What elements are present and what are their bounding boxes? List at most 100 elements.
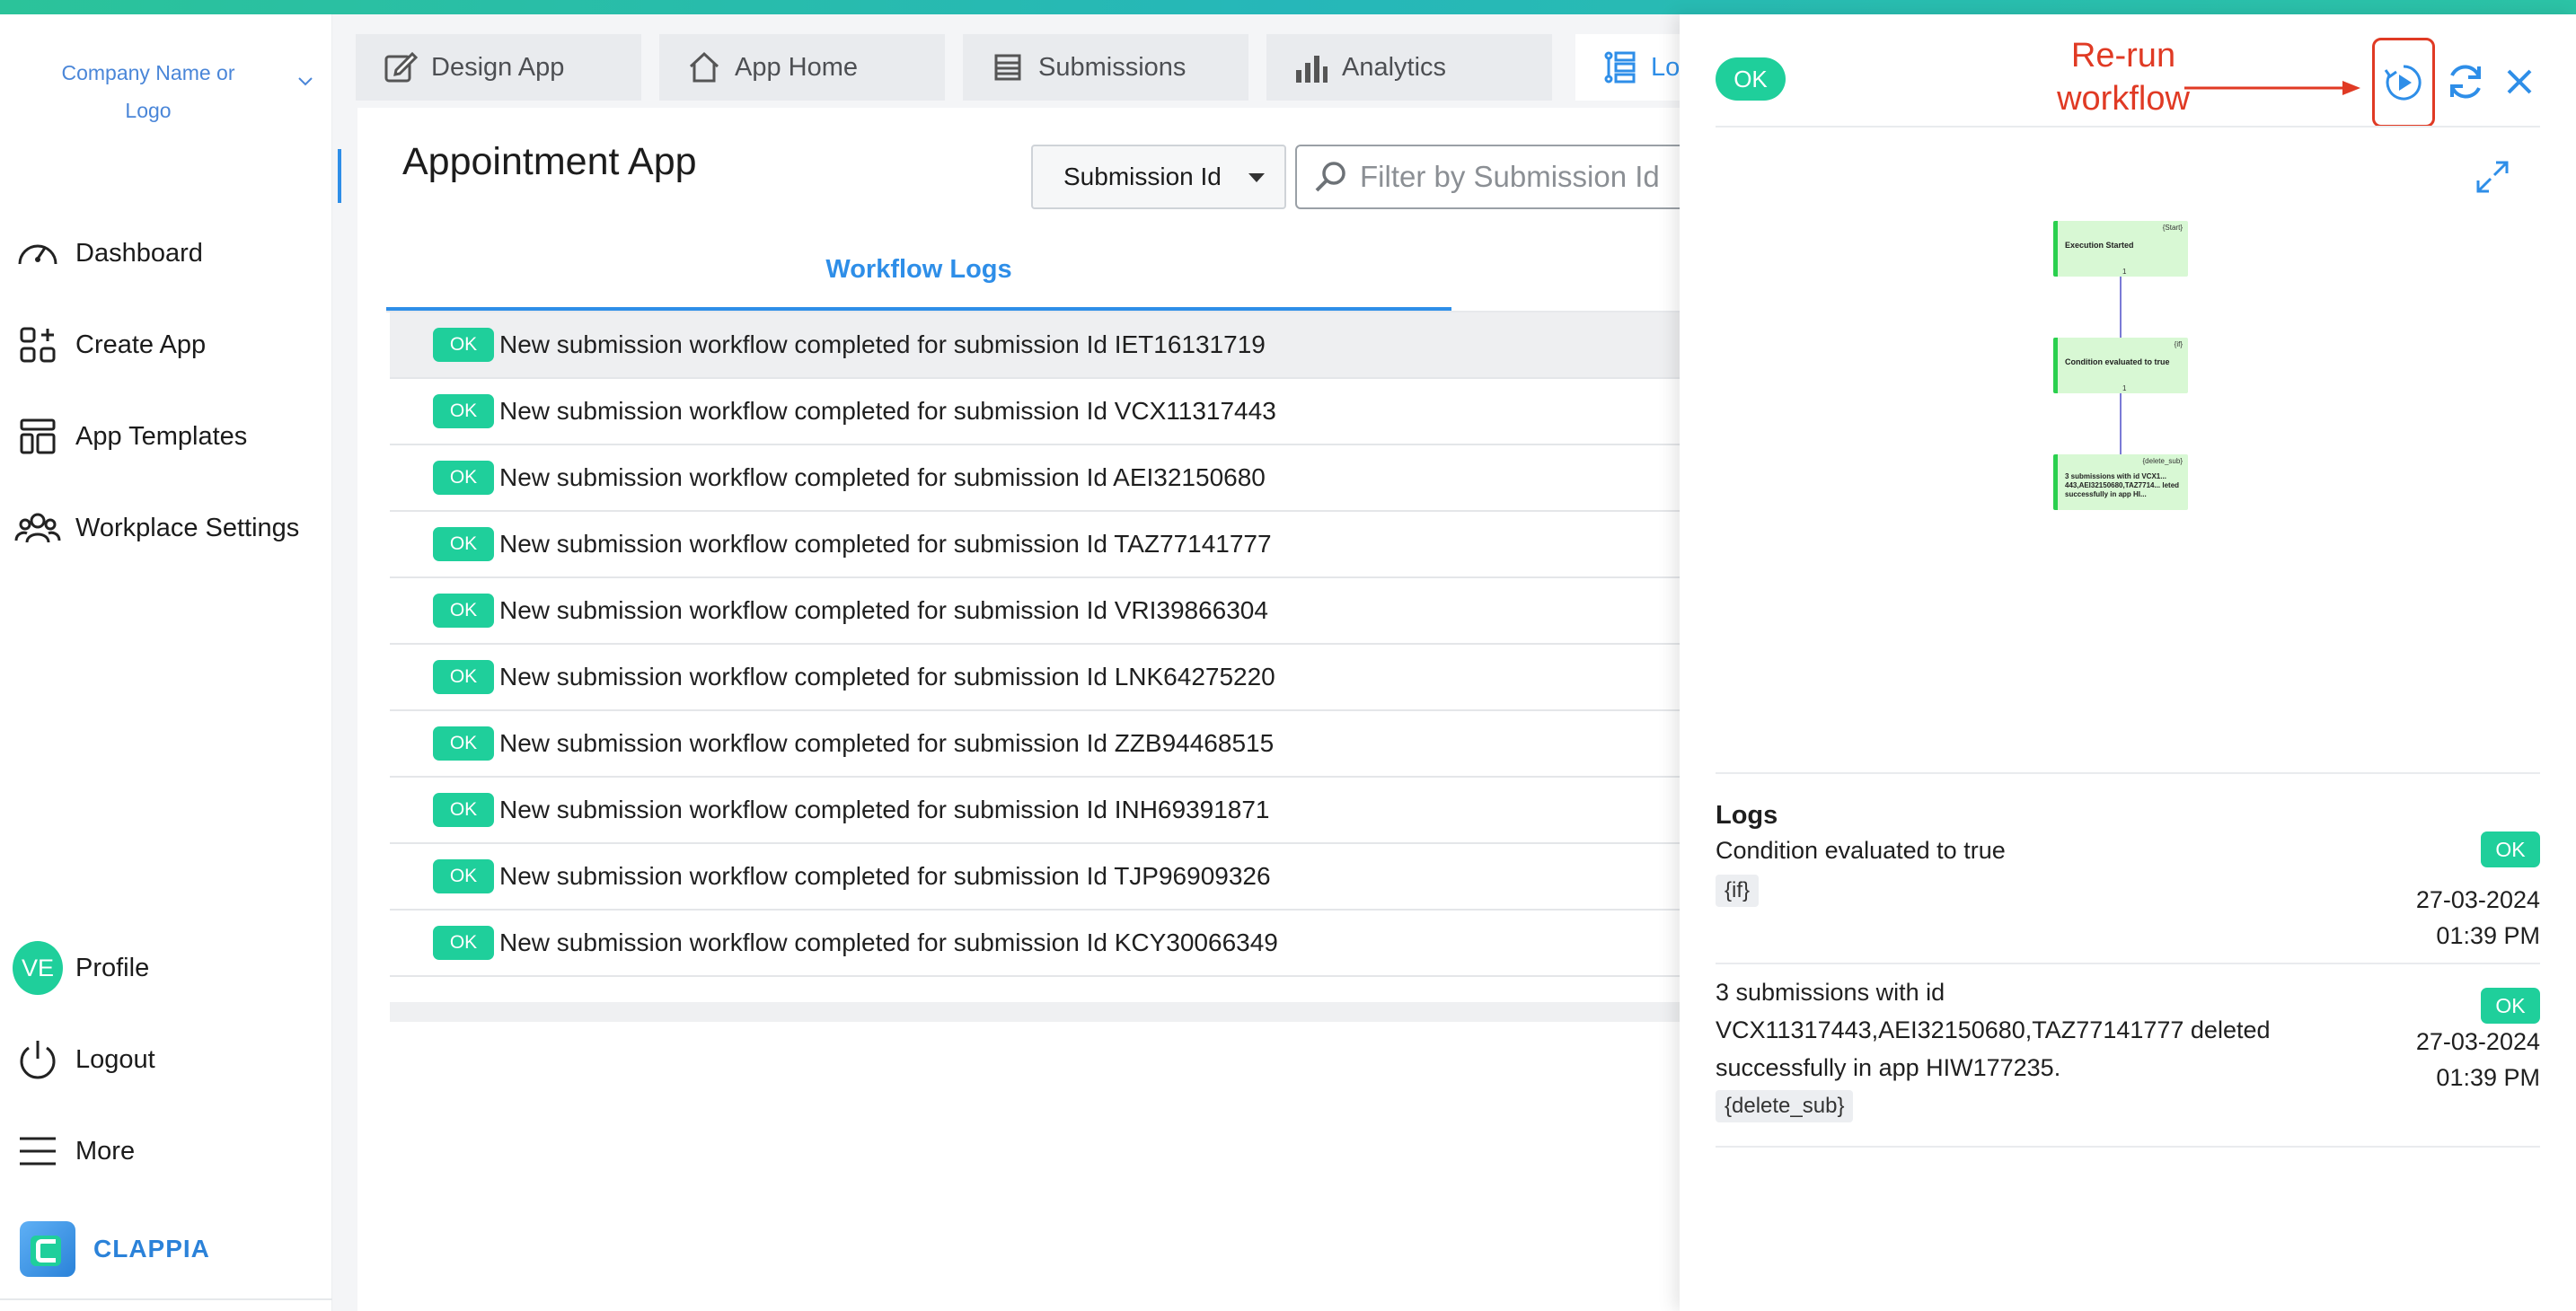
status-badge: OK (433, 527, 494, 561)
row-text: New submission workflow completed for su… (499, 928, 1278, 956)
node-label: Condition evaluated to true (2065, 357, 2170, 366)
flow-node-start[interactable]: {Start} Execution Started 1 (2053, 221, 2188, 277)
flow-connector (2120, 277, 2122, 338)
sidebar-item-more[interactable]: More (13, 1124, 135, 1178)
menu-icon (13, 1126, 63, 1176)
filter-field-select[interactable]: Submission Id (1031, 145, 1286, 209)
logs-icon (1602, 49, 1638, 85)
replay-icon (2384, 65, 2422, 101)
bar-chart-icon (1293, 49, 1329, 85)
node-tag: {if} (2174, 340, 2183, 348)
sidebar-item-dashboard[interactable]: Dashboard (13, 226, 203, 280)
log-date: 27-03-2024 (2415, 1028, 2540, 1055)
search-icon (1315, 162, 1345, 192)
status-badge: OK (2481, 988, 2540, 1024)
divider (1716, 1146, 2540, 1148)
node-count: 1 (2122, 384, 2127, 392)
row-text: New submission workflow completed for su… (499, 397, 1276, 425)
status-badge: OK (1716, 57, 1786, 101)
log-time: 01:39 PM (2436, 922, 2540, 949)
logs-heading: Logs (1716, 801, 1778, 830)
sidebar-item-label: Dashboard (75, 238, 203, 268)
power-icon (13, 1034, 63, 1085)
sidebar-item-app-templates[interactable]: App Templates (13, 409, 247, 463)
flow-connector (2120, 393, 2122, 454)
log-time: 01:39 PM (2436, 1064, 2540, 1091)
status-badge: OK (433, 660, 494, 694)
sidebar-item-profile[interactable]: VE Profile (13, 941, 149, 995)
sidebar-item-create-app[interactable]: Create App (13, 318, 206, 372)
row-text: New submission workflow completed for su… (499, 463, 1266, 491)
close-button[interactable] (2501, 63, 2538, 101)
annotation-line: Re-run (2070, 37, 2176, 75)
log-tag: {delete_sub} (1716, 1090, 1854, 1122)
sidebar-item-label: More (75, 1136, 136, 1166)
refresh-button[interactable] (2443, 59, 2488, 104)
status-badge: OK (433, 926, 494, 960)
sidebar-item-label: Logout (75, 1044, 155, 1074)
tab-label: Submissions (1038, 52, 1187, 82)
company-logo[interactable]: Company Name or Logo (36, 54, 260, 129)
row-text: New submission workflow completed for su… (499, 796, 1270, 823)
status-badge: OK (433, 394, 494, 428)
sidebar: Company Name or Logo Dashboard Create Ap… (0, 14, 332, 1311)
select-value: Submission Id (1063, 163, 1222, 190)
node-label: 3 submissions with id VCX1... 443,AEI321… (2065, 472, 2180, 498)
row-text: New submission workflow completed for su… (499, 862, 1271, 890)
team-icon (13, 503, 63, 553)
chevron-down-icon[interactable] (295, 70, 316, 92)
sidebar-item-label: Workplace Settings (75, 513, 300, 542)
divider (0, 1298, 332, 1300)
node-count: 1 (2122, 268, 2127, 276)
flow-node-delete-sub[interactable]: {delete_sub} 3 submissions with id VCX1.… (2053, 454, 2188, 510)
tab-label: Design App (431, 52, 565, 82)
rerun-workflow-button[interactable] (2372, 38, 2435, 128)
tab-app-home[interactable]: App Home (659, 34, 945, 101)
status-badge: OK (433, 461, 494, 495)
sidebar-item-label: App Templates (75, 421, 248, 451)
expand-icon (2476, 161, 2509, 193)
log-message: Condition evaluated to true (1716, 837, 2006, 864)
node-tag: {Start} (2162, 224, 2183, 232)
brand-name: CLAPPIA (93, 1235, 210, 1263)
top-accent-bar (0, 0, 2576, 14)
page-title: Appointment App (402, 140, 697, 183)
sidebar-item-label: Create App (75, 330, 207, 359)
tab-label: Analytics (1342, 52, 1447, 82)
sidebar-item-workplace-settings[interactable]: Workplace Settings (13, 501, 299, 555)
row-text: New submission workflow completed for su… (499, 330, 1266, 358)
annotation-line: workflow (2057, 80, 2190, 118)
close-icon (2507, 69, 2532, 94)
tab-workflow-logs[interactable]: Workflow Logs (386, 255, 1451, 311)
annotation-label: Re-run workflow (2039, 34, 2208, 120)
sidebar-item-logout[interactable]: Logout (13, 1033, 155, 1087)
log-date: 27-03-2024 (2415, 886, 2540, 913)
node-tag: {delete_sub} (2142, 457, 2183, 465)
annotation-arrow-icon (2184, 81, 2360, 95)
templates-icon (13, 411, 63, 462)
log-tag: {if} (1716, 875, 1760, 907)
status-badge: OK (433, 726, 494, 761)
sidebar-item-label: Profile (75, 953, 150, 982)
tab-submissions[interactable]: Submissions (963, 34, 1248, 101)
workflow-detail-panel: OK Re-run workflow {Start} Execution Sta… (1680, 14, 2576, 1311)
caret-down-icon (1248, 173, 1265, 182)
status-badge: OK (433, 793, 494, 827)
clappia-logo-icon (20, 1221, 75, 1277)
tab-analytics[interactable]: Analytics (1266, 34, 1552, 101)
node-label: Execution Started (2065, 241, 2134, 250)
accent-marker (338, 149, 341, 203)
expand-button[interactable] (2470, 154, 2515, 199)
row-text: New submission workflow completed for su… (499, 530, 1272, 558)
edit-icon (383, 49, 419, 85)
gauge-icon (13, 228, 63, 278)
divider (1716, 772, 2540, 774)
home-icon (686, 49, 722, 85)
row-text: New submission workflow completed for su… (499, 596, 1268, 624)
log-message: 3 submissions with id VCX11317443,AEI321… (1716, 979, 2271, 1081)
flow-node-if[interactable]: {if} Condition evaluated to true 1 (2053, 338, 2188, 393)
list-icon (990, 49, 1026, 85)
tab-design-app[interactable]: Design App (356, 34, 641, 101)
row-text: New submission workflow completed for su… (499, 663, 1275, 691)
divider (1716, 963, 2540, 964)
